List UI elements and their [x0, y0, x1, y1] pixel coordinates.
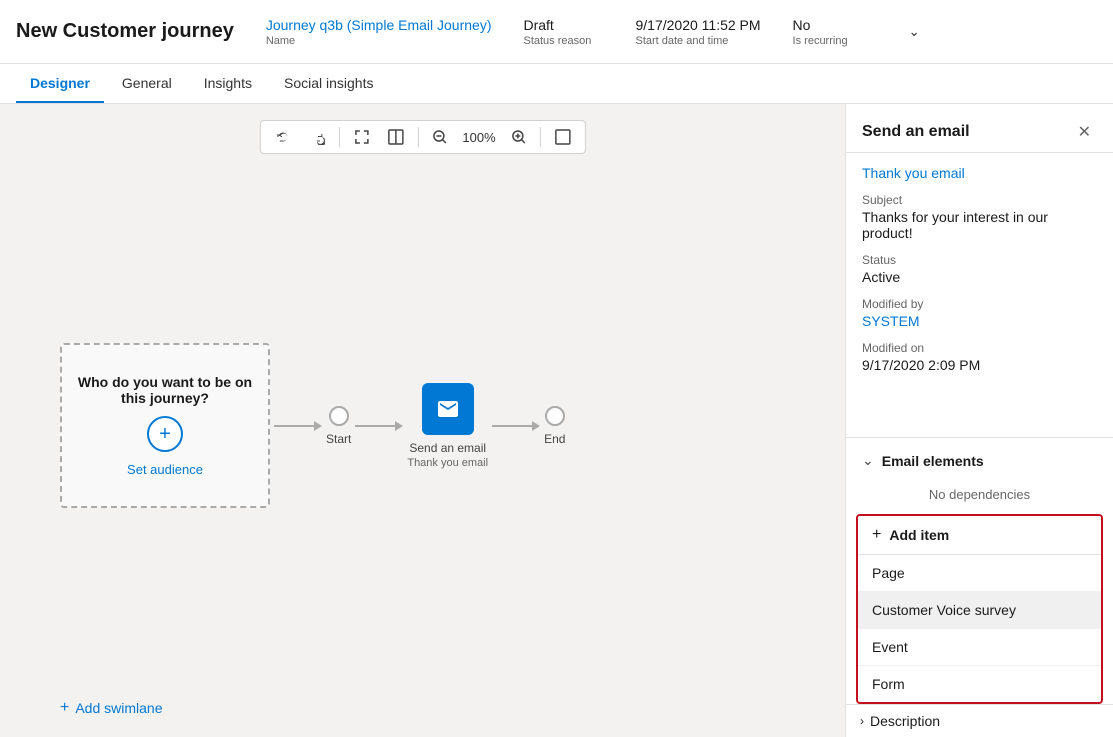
status-reason-label: Status reason	[523, 35, 603, 47]
add-item-button[interactable]: + Add item	[858, 516, 1101, 555]
tab-general[interactable]: General	[108, 65, 186, 103]
start-label: Start	[326, 432, 351, 446]
header-meta: Journey q3b (Simple Email Journey) Name …	[266, 17, 1097, 47]
zoom-level: 100%	[458, 130, 499, 145]
zoom-out-button[interactable]	[426, 126, 452, 148]
split-button[interactable]	[381, 125, 409, 149]
email-elements-title: Email elements	[882, 453, 984, 469]
right-panel: Send an email ✕ Thank you email Subject …	[845, 104, 1113, 737]
dropdown-item-event[interactable]: Event	[858, 629, 1101, 666]
email-node[interactable]: Send an email Thank you email	[407, 383, 488, 469]
modified-by-label: Modified by	[862, 297, 1097, 311]
toolbar-sep-1	[338, 127, 339, 147]
fit-view-button[interactable]	[549, 125, 577, 149]
header-expand-button[interactable]: ⌄	[905, 20, 924, 44]
canvas-area: 100% Who do you want to be on this journ…	[0, 104, 845, 737]
toolbar-sep-2	[417, 127, 418, 147]
audience-box: Who do you want to be on this journey? +…	[60, 343, 270, 508]
arrow-to-email	[351, 421, 407, 431]
start-date-label: Start date and time	[635, 35, 760, 47]
set-audience-link[interactable]: Set audience	[127, 462, 203, 477]
meta-name: Journey q3b (Simple Email Journey) Name	[266, 17, 492, 47]
section-chevron-icon: ⌄	[862, 452, 874, 469]
undo-button[interactable]	[268, 125, 296, 149]
subject-value: Thanks for your interest in our product!	[862, 209, 1097, 241]
email-sublabel: Thank you email	[407, 457, 488, 469]
status-reason-value: Draft	[523, 17, 603, 33]
description-item[interactable]: › Description	[846, 704, 1113, 737]
panel-close-button[interactable]: ✕	[1072, 120, 1097, 144]
meta-status-reason: Draft Status reason	[523, 17, 603, 47]
email-node-icon[interactable]	[422, 383, 474, 435]
panel-header: Send an email ✕	[846, 104, 1113, 153]
arrow-to-end	[488, 421, 544, 431]
modified-on-label: Modified on	[862, 341, 1097, 355]
add-item-plus-icon: +	[872, 526, 881, 544]
meta-start-date: 9/17/2020 11:52 PM Start date and time	[635, 17, 760, 47]
dropdown-item-form[interactable]: Form	[858, 666, 1101, 702]
modified-by-value[interactable]: SYSTEM	[862, 313, 1097, 329]
description-label: Description	[864, 713, 1099, 729]
expand-button[interactable]	[347, 125, 375, 149]
panel-title: Send an email	[862, 123, 970, 141]
modified-on-value: 9/17/2020 2:09 PM	[862, 357, 1097, 373]
audience-text: Who do you want to be on this journey?	[62, 374, 268, 406]
start-date-value: 9/17/2020 11:52 PM	[635, 17, 760, 33]
subject-field: Subject Thanks for your interest in our …	[862, 193, 1097, 241]
recurring-label: Is recurring	[793, 35, 873, 47]
email-elements-section[interactable]: ⌄ Email elements	[846, 437, 1113, 479]
tab-insights[interactable]: Insights	[190, 65, 266, 103]
toolbar-sep-3	[540, 127, 541, 147]
canvas-toolbar: 100%	[259, 120, 585, 154]
end-node: End	[544, 406, 565, 446]
start-circle	[329, 406, 349, 426]
add-swimlane-label: Add swimlane	[75, 700, 162, 716]
end-circle	[545, 406, 565, 426]
header: New Customer journey Journey q3b (Simple…	[0, 0, 1113, 64]
modified-by-field: Modified by SYSTEM	[862, 297, 1097, 329]
arrow-to-start	[270, 421, 326, 431]
add-swimlane-icon: +	[60, 699, 69, 717]
page-title: New Customer journey	[16, 20, 234, 43]
journey-name-label: Name	[266, 35, 492, 47]
journey-name-value[interactable]: Journey q3b (Simple Email Journey)	[266, 17, 492, 33]
status-value: Active	[862, 269, 1097, 285]
main-container: 100% Who do you want to be on this journ…	[0, 104, 1113, 737]
add-swimlane-button[interactable]: + Add swimlane	[60, 699, 163, 717]
status-label: Status	[862, 253, 1097, 267]
recurring-value: No	[793, 17, 873, 33]
add-audience-button[interactable]: +	[147, 416, 183, 452]
meta-recurring: No Is recurring	[793, 17, 873, 47]
status-field: Status Active	[862, 253, 1097, 285]
zoom-in-button[interactable]	[506, 126, 532, 148]
subject-label: Subject	[862, 193, 1097, 207]
tab-designer[interactable]: Designer	[16, 65, 104, 103]
panel-body: Thank you email Subject Thanks for your …	[846, 153, 1113, 437]
journey-canvas: Who do you want to be on this journey? +…	[60, 174, 825, 677]
email-label: Send an email	[409, 441, 486, 455]
redo-button[interactable]	[302, 125, 330, 149]
nav-tabs: Designer General Insights Social insight…	[0, 64, 1113, 104]
email-link[interactable]: Thank you email	[862, 165, 1097, 181]
end-label: End	[544, 432, 565, 446]
start-node: Start	[326, 406, 351, 446]
modified-on-field: Modified on 9/17/2020 2:09 PM	[862, 341, 1097, 373]
no-dependencies: No dependencies	[846, 479, 1113, 514]
dropdown-item-voice-survey[interactable]: Customer Voice survey	[858, 592, 1101, 629]
dropdown-item-page[interactable]: Page	[858, 555, 1101, 592]
tab-social-insights[interactable]: Social insights	[270, 65, 388, 103]
add-item-dropdown: + Add item Page Customer Voice survey Ev…	[856, 514, 1103, 704]
add-item-label: Add item	[889, 527, 949, 543]
